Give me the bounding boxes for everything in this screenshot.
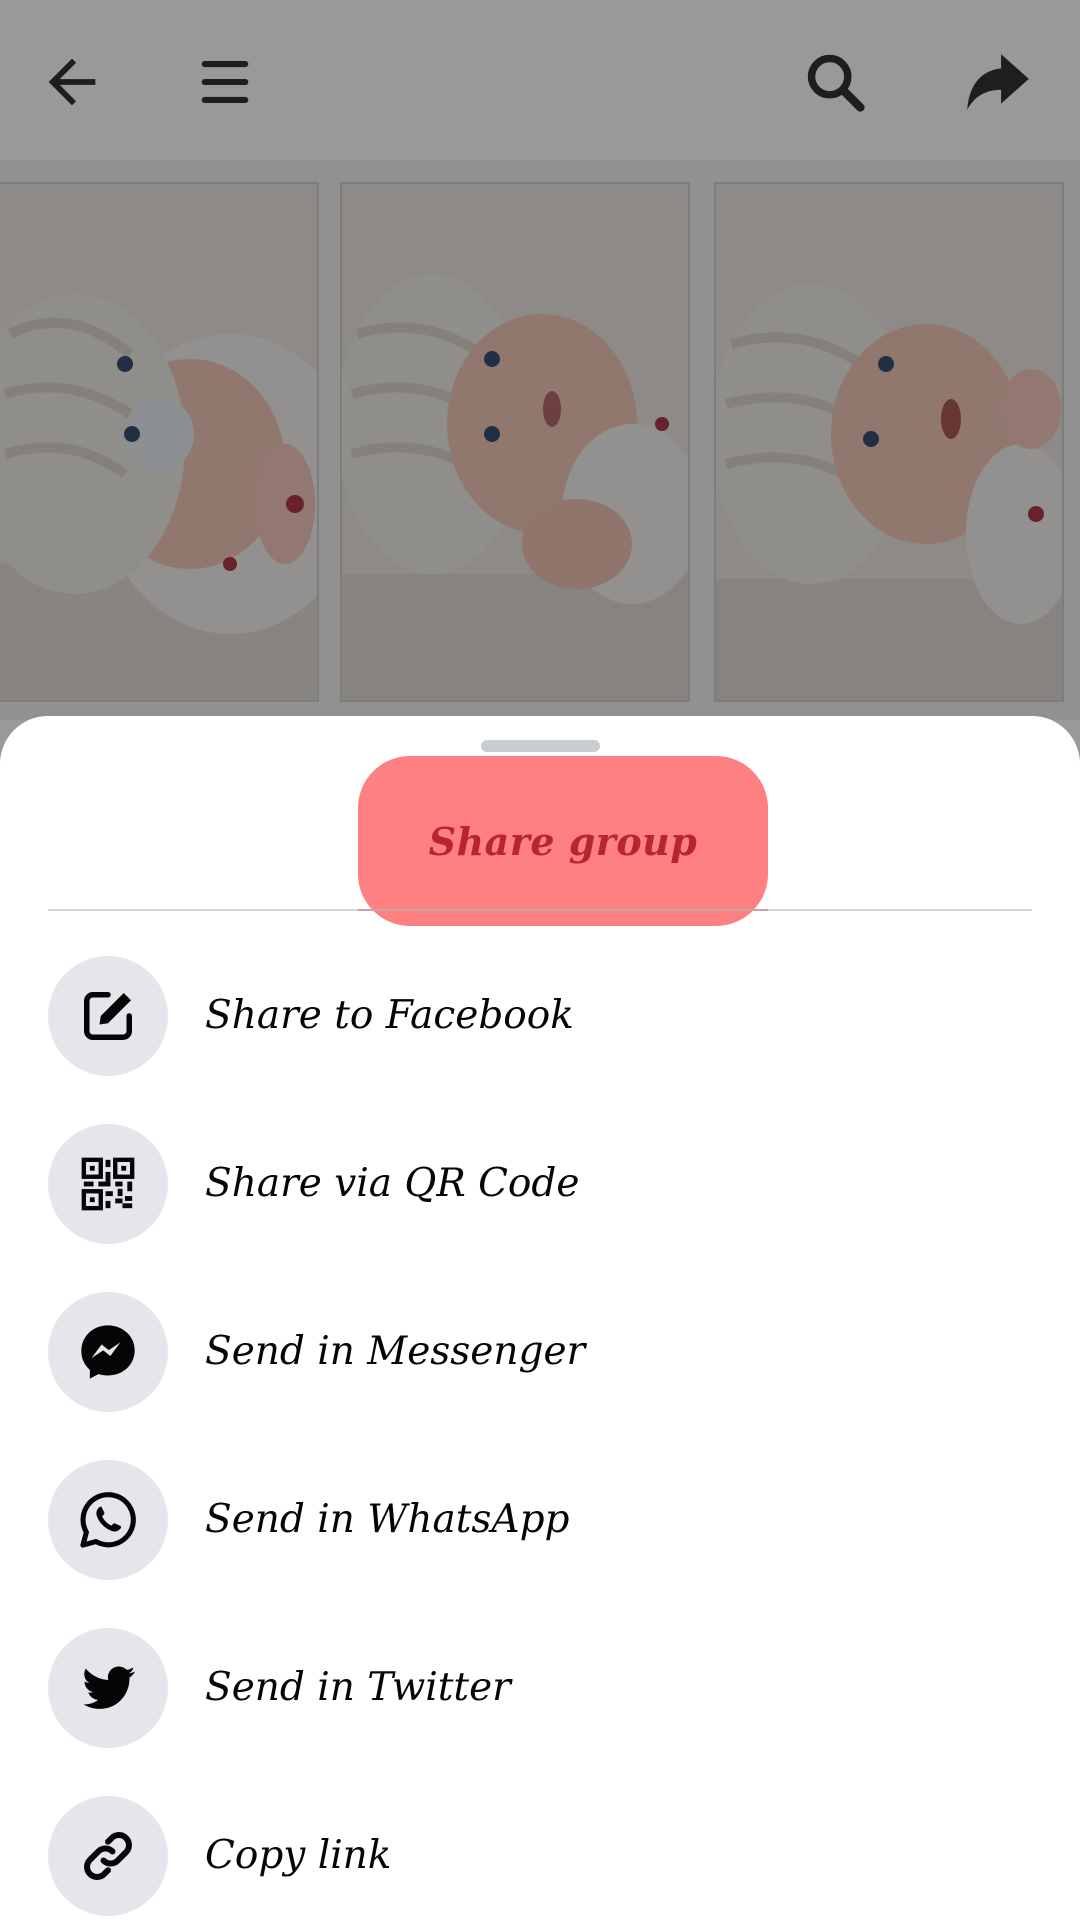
link-icon bbox=[84, 1832, 132, 1880]
option-label: Copy link bbox=[205, 1833, 392, 1878]
whatsapp-icon bbox=[80, 1492, 136, 1548]
share-bottom-sheet: Share group Share to Facebook Share via … bbox=[0, 716, 1080, 1920]
option-icon-circle bbox=[48, 1628, 168, 1748]
send-in-twitter-option[interactable]: Send in Twitter bbox=[0, 1628, 1080, 1796]
share-group-screen: Share group Share to Facebook Share via … bbox=[0, 0, 1080, 1920]
option-label: Share via QR Code bbox=[205, 1161, 580, 1206]
title-divider-overlap bbox=[358, 909, 768, 911]
option-label: Share to Facebook bbox=[205, 993, 574, 1038]
twitter-icon bbox=[83, 1666, 136, 1709]
qr-code-icon bbox=[81, 1157, 135, 1211]
option-icon-circle bbox=[48, 1460, 168, 1580]
copy-link-option[interactable]: Copy link bbox=[0, 1796, 1080, 1920]
send-in-whatsapp-option[interactable]: Send in WhatsApp bbox=[0, 1460, 1080, 1628]
option-icon-circle bbox=[48, 956, 168, 1076]
option-label: Send in Twitter bbox=[205, 1665, 511, 1710]
option-icon-circle bbox=[48, 1124, 168, 1244]
option-label: Send in Messenger bbox=[205, 1329, 586, 1374]
send-in-messenger-option[interactable]: Send in Messenger bbox=[0, 1292, 1080, 1460]
share-to-facebook-option[interactable]: Share to Facebook bbox=[0, 956, 1080, 1124]
edit-compose-icon bbox=[84, 992, 132, 1040]
share-via-qr-code-option[interactable]: Share via QR Code bbox=[0, 1124, 1080, 1292]
option-icon-circle bbox=[48, 1796, 168, 1916]
sheet-drag-handle[interactable] bbox=[481, 740, 600, 752]
option-label: Send in WhatsApp bbox=[205, 1497, 570, 1542]
option-icon-circle bbox=[48, 1292, 168, 1412]
messenger-icon bbox=[81, 1325, 135, 1379]
sheet-title: Share group bbox=[428, 818, 698, 864]
sheet-title-highlight: Share group bbox=[358, 756, 768, 926]
